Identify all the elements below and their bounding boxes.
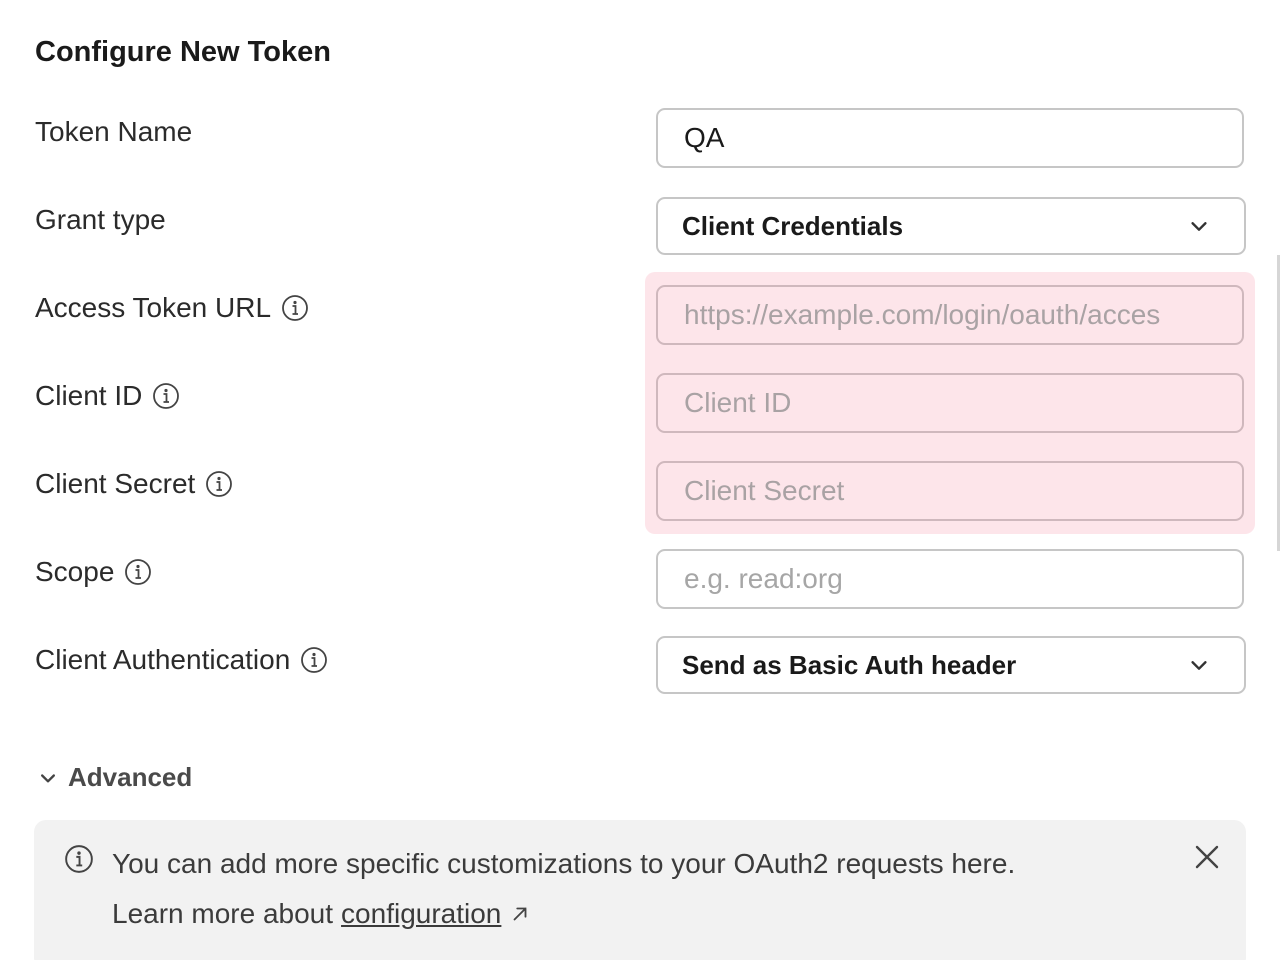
info-icon[interactable]	[152, 382, 180, 410]
client-secret-label: Client Secret	[35, 464, 233, 504]
grant-type-label-text: Grant type	[35, 204, 166, 235]
client-authentication-label-text: Client Authentication	[35, 644, 291, 675]
page-title: Configure New Token	[35, 36, 331, 68]
info-banner: You can add more specific customizations…	[34, 820, 1246, 960]
chevron-down-icon	[1191, 661, 1207, 670]
grant-type-select[interactable]: Client Credentials	[656, 197, 1246, 255]
access-token-url-label: Access Token URL	[35, 288, 309, 328]
access-token-url-label-text: Access Token URL	[35, 292, 272, 323]
info-icon[interactable]	[281, 294, 309, 322]
token-name-label: Token Name	[35, 112, 192, 152]
configuration-link[interactable]: configuration	[341, 898, 501, 930]
chevron-down-icon	[1191, 222, 1207, 231]
grant-type-selected: Client Credentials	[682, 210, 904, 241]
client-id-label: Client ID	[35, 376, 180, 416]
client-secret-label-text: Client Secret	[35, 468, 196, 499]
client-authentication-selected: Send as Basic Auth header	[682, 649, 1017, 680]
token-name-input[interactable]	[656, 108, 1244, 168]
access-token-url-input[interactable]	[656, 285, 1244, 345]
chevron-down-icon	[41, 773, 55, 782]
banner-message: You can add more specific customizations…	[112, 848, 1016, 879]
info-icon[interactable]	[300, 646, 328, 674]
client-id-label-text: Client ID	[35, 380, 143, 411]
client-secret-input[interactable]	[656, 461, 1244, 521]
banner-learn-more: Learn more about configuration	[112, 898, 531, 930]
advanced-toggle[interactable]: Advanced	[38, 762, 192, 793]
client-id-input[interactable]	[656, 373, 1244, 433]
scope-label: Scope	[35, 552, 152, 592]
client-authentication-label: Client Authentication	[35, 640, 328, 680]
scope-input[interactable]	[656, 549, 1244, 609]
external-link-icon	[513, 907, 527, 921]
banner-learn-more-text: Learn more about	[112, 898, 334, 929]
client-authentication-select[interactable]: Send as Basic Auth header	[656, 636, 1246, 694]
info-icon[interactable]	[205, 470, 233, 498]
info-icon[interactable]	[124, 558, 152, 586]
advanced-label: Advanced	[68, 762, 193, 792]
close-icon[interactable]	[1192, 842, 1222, 872]
scope-label-text: Scope	[35, 556, 115, 587]
grant-type-label: Grant type	[35, 200, 166, 240]
token-name-label-text: Token Name	[35, 116, 193, 147]
info-icon	[64, 844, 94, 874]
